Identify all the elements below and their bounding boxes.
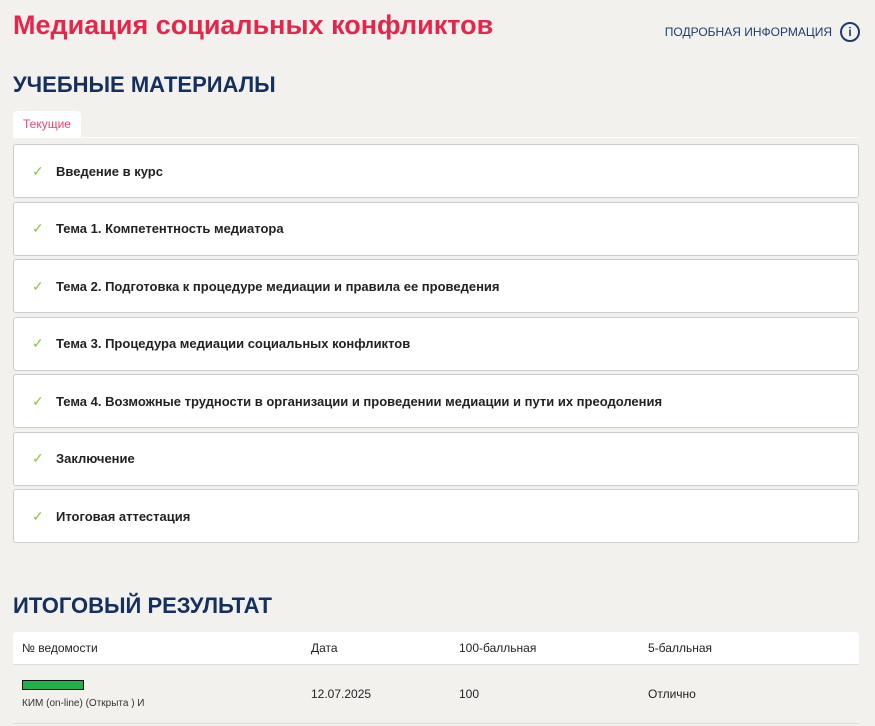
more-info-label: ПОДРОБНАЯ ИНФОРМАЦИЯ — [664, 25, 832, 39]
table-row: КИМ (on-line) (Открыта ) И 12.07.2025 10… — [13, 665, 859, 724]
material-item[interactable]: ✓ Итоговая аттестация — [13, 489, 859, 543]
record-date: 12.07.2025 — [311, 687, 372, 701]
tab-current[interactable]: Текущие — [13, 111, 81, 138]
material-item[interactable]: ✓ Тема 4. Возможные трудности в организац… — [13, 374, 859, 428]
table-header: № ведомости Дата 100-балльная 5-балльная — [13, 632, 859, 665]
col-score5: 5-балльная — [648, 641, 712, 655]
tab-divider — [13, 137, 859, 138]
material-label: Заключение — [56, 451, 135, 466]
result-table: № ведомости Дата 100-балльная 5-балльная… — [13, 632, 859, 724]
check-icon: ✓ — [32, 220, 44, 236]
materials-heading: УЧЕБНЫЕ МАТЕРИАЛЫ — [13, 72, 276, 97]
materials-list: ✓ Введение в курс ✓ Тема 1. Компетентность… — [13, 144, 859, 547]
material-label: Тема 2. Подготовка к процедуре медиации … — [56, 278, 500, 294]
col-number: № ведомости — [22, 641, 98, 655]
check-icon: ✓ — [32, 162, 44, 179]
material-label: Итоговая аттестация — [56, 508, 191, 524]
page-title: Медиация социальных конфликтов — [13, 10, 494, 40]
check-icon: ✓ — [32, 450, 44, 466]
progress-bar — [22, 679, 84, 690]
result-heading: ИТОГОВЫЙ РЕЗУЛЬТАТ — [13, 593, 272, 618]
record-score100: 100 — [459, 687, 480, 701]
material-item[interactable]: ✓ Тема 1. Компетентность медиатора — [13, 201, 859, 256]
material-label: Введение в курс — [56, 163, 163, 179]
material-item[interactable]: ✓ Заключение — [13, 431, 859, 486]
record-score5: Отлично — [648, 687, 696, 701]
check-icon: ✓ — [32, 277, 44, 294]
material-item[interactable]: ✓ Тема 2. Подготовка к процедуре медиации… — [13, 259, 859, 313]
more-info-link[interactable]: ПОДРОБНАЯ ИНФОРМАЦИЯ i — [665, 22, 860, 42]
material-item[interactable]: ✓ Тема 3. Процедура медиации социальных к… — [13, 316, 859, 371]
check-icon: ✓ — [32, 335, 44, 351]
material-label: Тема 4. Возможные трудности в организаци… — [56, 393, 663, 409]
record-name: КИМ (on-line) (Открыта ) И — [22, 697, 145, 709]
material-label: Тема 3. Процедура медиации социальных ко… — [56, 336, 411, 351]
material-label: Тема 1. Компетентность медиатора — [56, 221, 284, 236]
check-icon: ✓ — [32, 507, 44, 524]
col-date: Дата — [311, 641, 338, 655]
check-icon: ✓ — [32, 392, 44, 409]
col-score100: 100-балльная — [459, 641, 537, 655]
info-icon: i — [840, 22, 860, 42]
material-item[interactable]: ✓ Введение в курс — [13, 144, 859, 198]
